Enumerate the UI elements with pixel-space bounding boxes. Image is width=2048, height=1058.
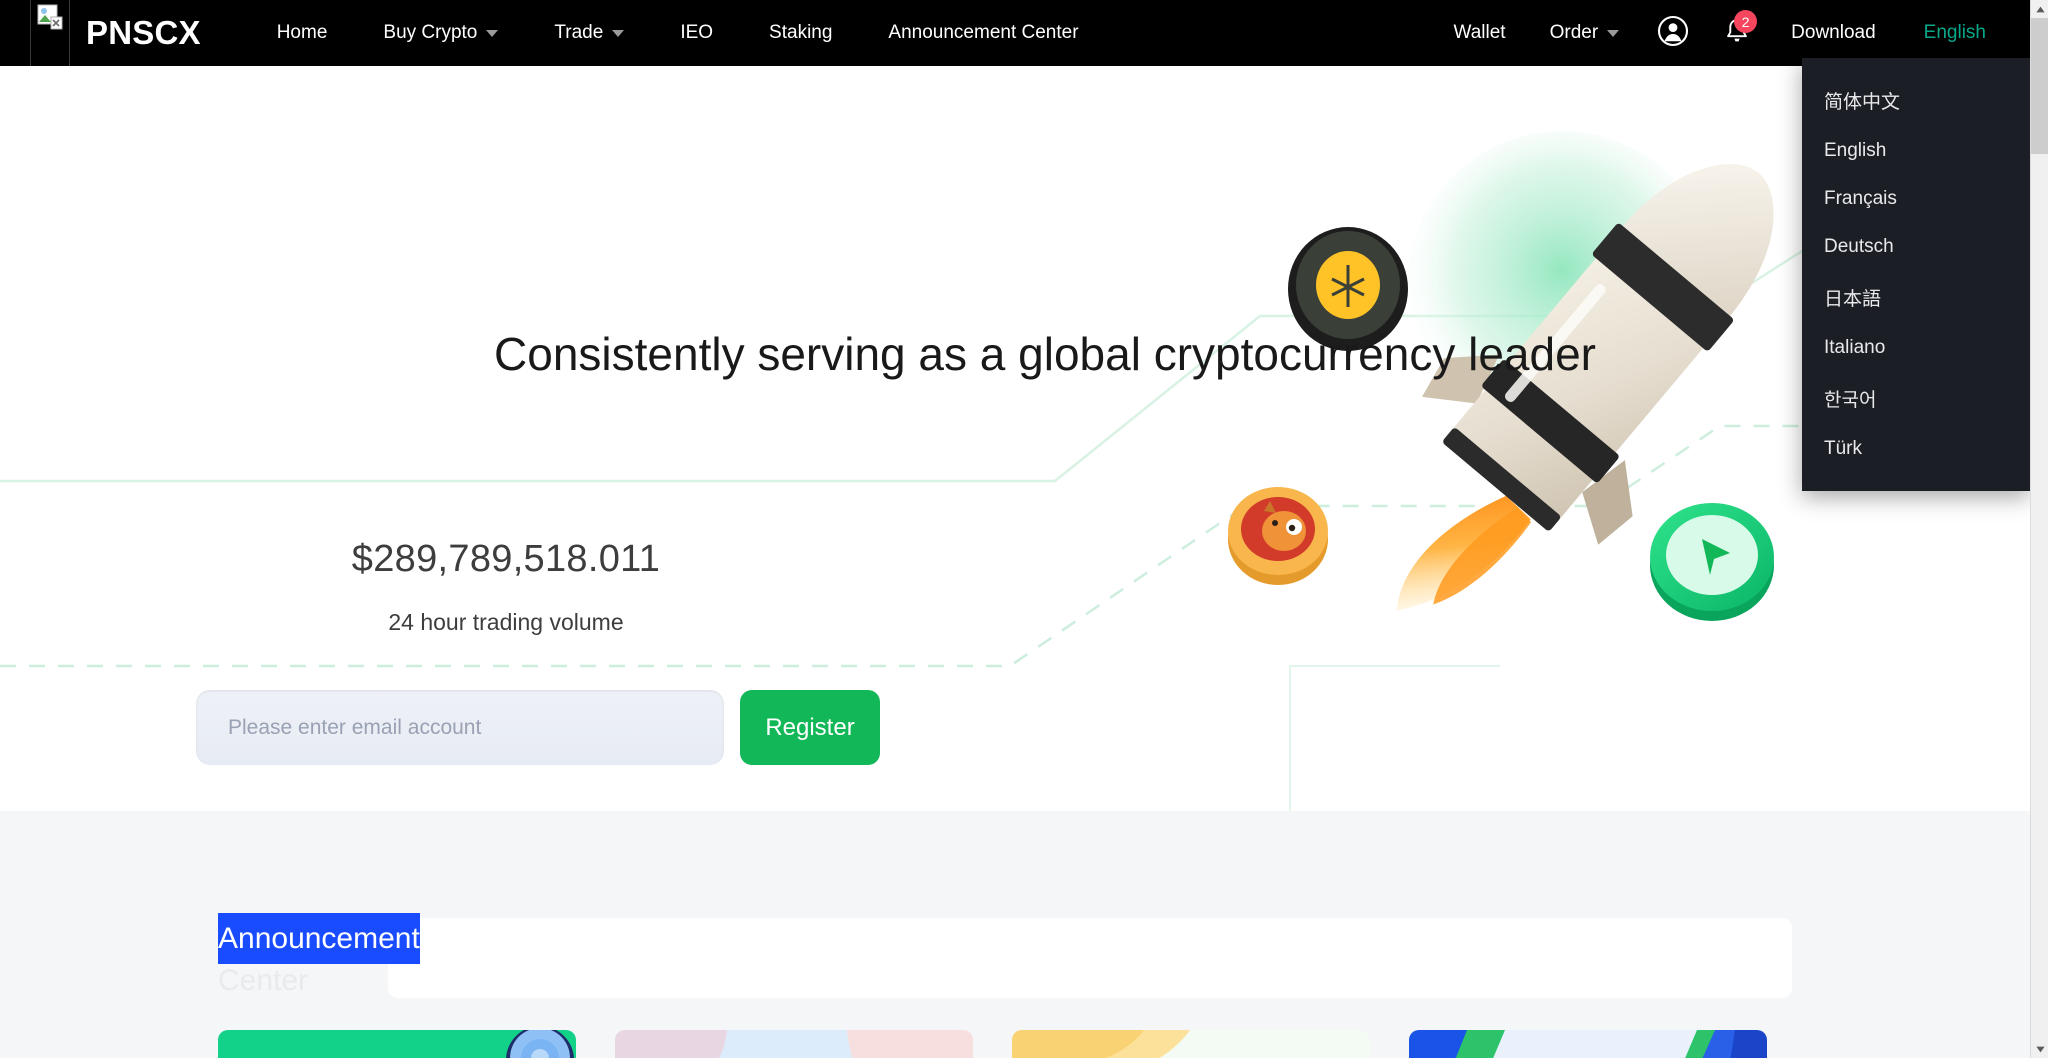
trading-volume-label: 24 hour trading volume	[388, 608, 624, 635]
nav-item-staking[interactable]: Staking	[741, 0, 860, 66]
card-image	[218, 1030, 576, 1058]
nav-item-trade[interactable]: Trade	[526, 0, 652, 66]
nav-item-label: Trade	[554, 22, 604, 43]
scrollbar-thumb[interactable]	[2031, 18, 2048, 154]
account-button[interactable]	[1651, 0, 1695, 66]
nav-item-label: Download	[1791, 22, 1876, 43]
scroll-up-button[interactable]	[2031, 0, 2048, 18]
trading-volume-block: $289,789,518.011 24 hour trading volume	[196, 536, 816, 636]
chevron-down-icon	[612, 29, 625, 37]
chevron-down-icon	[2035, 1046, 2045, 1052]
scroll-down-button[interactable]	[2031, 1040, 2048, 1058]
nav-item-home[interactable]: Home	[249, 0, 356, 66]
promo-card-2[interactable]	[615, 1030, 973, 1058]
announcement-center-heading: Announcement Center	[218, 913, 420, 1002]
hero-section: Consistently serving as a global cryptoc…	[0, 66, 2030, 811]
email-input[interactable]	[196, 690, 724, 765]
rocket-crypto-illustration	[1228, 131, 1774, 621]
promo-card-1[interactable]	[218, 1030, 576, 1058]
top-navbar: PNSCX Home Buy Crypto Trade IEO Staking …	[0, 0, 2030, 66]
register-form: Register	[196, 690, 880, 765]
language-dropdown-menu: 简体中文 English Français Deutsch 日本語 Italia…	[1802, 58, 2030, 491]
language-option-deutsch[interactable]: Deutsch	[1802, 223, 2030, 271]
language-option-italiano[interactable]: Italiano	[1802, 324, 2030, 372]
announcement-panel[interactable]	[388, 918, 1792, 998]
notifications-button[interactable]: 2	[1715, 0, 1759, 66]
nav-item-wallet[interactable]: Wallet	[1432, 0, 1528, 66]
user-circle-icon	[1657, 15, 1689, 52]
nav-item-label: Order	[1549, 22, 1599, 43]
language-option-zh-cn[interactable]: 简体中文	[1802, 74, 2030, 127]
brand[interactable]: PNSCX	[30, 0, 201, 66]
trading-volume-value: $289,789,518.011	[351, 538, 661, 580]
announcement-section: Announcement Center	[0, 811, 2030, 1058]
announcement-heading-selected: Announcement	[218, 913, 420, 964]
language-selector[interactable]: English	[1898, 0, 2008, 66]
chevron-down-icon	[1607, 29, 1620, 37]
language-option-turk[interactable]: Türk	[1802, 425, 2030, 473]
promo-card-4[interactable]	[1409, 1030, 1767, 1058]
scrollbar-track[interactable]	[2031, 154, 2048, 1040]
nav-item-label: Buy Crypto	[383, 22, 478, 43]
nav-item-buy-crypto[interactable]: Buy Crypto	[355, 0, 526, 66]
promo-card-list	[218, 1030, 1767, 1058]
nav-item-download[interactable]: Download	[1769, 0, 1898, 66]
language-option-japanese[interactable]: 日本語	[1802, 271, 2030, 324]
language-option-francais[interactable]: Français	[1802, 175, 2030, 223]
broken-image-icon	[30, 0, 70, 66]
page-root: PNSCX Home Buy Crypto Trade IEO Staking …	[0, 0, 2048, 1058]
nav-item-announcement-center[interactable]: Announcement Center	[860, 0, 1106, 66]
nav-item-label: Home	[276, 22, 328, 43]
nav-item-label: IEO	[680, 22, 714, 43]
chevron-up-icon	[2035, 6, 2045, 12]
card-image	[1012, 1030, 1370, 1058]
nav-item-label: Announcement Center	[888, 22, 1079, 43]
card-image	[1409, 1030, 1767, 1058]
announcement-heading-rest: Center	[218, 964, 309, 997]
nav-main-menu: Home Buy Crypto Trade IEO Staking Announ…	[249, 0, 1107, 66]
vertical-scrollbar[interactable]	[2030, 0, 2048, 1058]
nav-right-menu: Wallet Order 2 Download English	[1432, 0, 2031, 66]
nav-item-label: Staking	[769, 22, 833, 43]
register-button[interactable]: Register	[740, 690, 880, 765]
nav-item-label: Wallet	[1453, 22, 1506, 43]
nav-item-ieo[interactable]: IEO	[652, 0, 741, 66]
promo-card-3[interactable]	[1012, 1030, 1370, 1058]
language-option-english[interactable]: English	[1802, 127, 2030, 175]
language-option-korean[interactable]: 한국어	[1802, 372, 2030, 425]
nav-item-order[interactable]: Order	[1528, 0, 1642, 66]
chevron-down-icon	[486, 29, 499, 37]
brand-name: PNSCX	[86, 14, 201, 51]
notification-badge: 2	[1734, 10, 1758, 33]
card-image	[615, 1030, 973, 1058]
announcement-header-row: Announcement Center	[218, 913, 1792, 1002]
